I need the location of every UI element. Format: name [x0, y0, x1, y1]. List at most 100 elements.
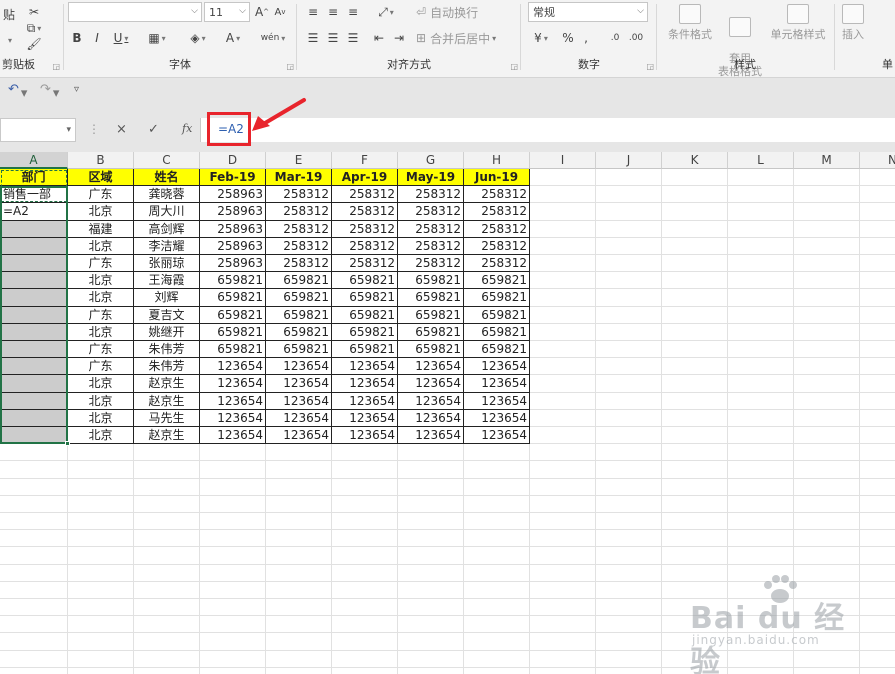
empty-cell[interactable]: [464, 478, 530, 496]
empty-cell[interactable]: [134, 530, 200, 548]
empty-cell[interactable]: [0, 581, 68, 599]
table-cell[interactable]: 659821: [398, 272, 464, 290]
empty-cell[interactable]: [728, 461, 794, 479]
table-cell[interactable]: 123654: [266, 358, 332, 376]
empty-cell[interactable]: [794, 169, 860, 187]
empty-cell[interactable]: [464, 650, 530, 668]
table-cell[interactable]: 赵京生: [134, 375, 200, 393]
empty-cell[interactable]: [68, 444, 134, 462]
empty-cell[interactable]: [68, 616, 134, 634]
table-cell[interactable]: 王海霞: [134, 272, 200, 290]
empty-cell[interactable]: [860, 547, 895, 565]
comma-style-icon[interactable]: ,: [578, 28, 594, 48]
font-name-combo[interactable]: ⌵: [68, 2, 202, 22]
empty-cell[interactable]: [794, 255, 860, 273]
table-cell[interactable]: 123654: [332, 375, 398, 393]
table-cell[interactable]: 北京: [68, 272, 134, 290]
paste-button[interactable]: 贴: [0, 4, 18, 24]
fill-color-button[interactable]: ◈ ▾: [184, 28, 212, 48]
empty-cell[interactable]: [68, 599, 134, 617]
empty-cell[interactable]: [728, 358, 794, 376]
empty-cell[interactable]: [398, 461, 464, 479]
empty-cell[interactable]: [596, 203, 662, 221]
table-header-cell[interactable]: Apr-19: [332, 169, 398, 187]
empty-cell[interactable]: [464, 564, 530, 582]
empty-cell[interactable]: [662, 306, 728, 324]
empty-cell[interactable]: [530, 650, 596, 668]
empty-cell[interactable]: [728, 323, 794, 341]
empty-cell[interactable]: [596, 323, 662, 341]
empty-cell[interactable]: [662, 444, 728, 462]
column-header-i[interactable]: I: [530, 152, 596, 169]
empty-cell[interactable]: [728, 237, 794, 255]
table-cell[interactable]: 张丽琼: [134, 255, 200, 273]
empty-cell[interactable]: [266, 667, 332, 674]
number-format-combo[interactable]: 常规 ⌵: [528, 2, 648, 22]
empty-cell[interactable]: [662, 169, 728, 187]
empty-cell[interactable]: [794, 306, 860, 324]
empty-cell[interactable]: [530, 255, 596, 273]
empty-cell[interactable]: [662, 375, 728, 393]
empty-cell[interactable]: [596, 547, 662, 565]
empty-cell[interactable]: [662, 478, 728, 496]
empty-cell[interactable]: [266, 650, 332, 668]
increase-indent-icon[interactable]: ⇥: [390, 28, 408, 48]
empty-cell[interactable]: [68, 513, 134, 531]
empty-cell[interactable]: [662, 341, 728, 359]
empty-cell[interactable]: [332, 650, 398, 668]
empty-cell[interactable]: [68, 530, 134, 548]
empty-cell[interactable]: [662, 513, 728, 531]
empty-cell[interactable]: [860, 341, 895, 359]
empty-cell[interactable]: [596, 255, 662, 273]
table-cell[interactable]: 北京: [68, 203, 134, 221]
insert-button[interactable]: 插入: [828, 2, 878, 52]
empty-cell[interactable]: [794, 409, 860, 427]
empty-cell[interactable]: [332, 513, 398, 531]
empty-cell[interactable]: [662, 220, 728, 238]
table-cell[interactable]: 北京: [68, 409, 134, 427]
column-header-g[interactable]: G: [398, 152, 464, 169]
empty-cell[interactable]: [200, 478, 266, 496]
table-cell[interactable]: 123654: [464, 375, 530, 393]
empty-cell[interactable]: [728, 530, 794, 548]
underline-button[interactable]: U ▾: [110, 28, 132, 48]
increase-decimal-icon[interactable]: .0: [606, 28, 624, 48]
table-cell[interactable]: 659821: [398, 289, 464, 307]
italic-button[interactable]: I: [90, 28, 104, 48]
table-cell[interactable]: 659821: [332, 341, 398, 359]
empty-cell[interactable]: [860, 410, 895, 427]
orientation-button[interactable]: ⤢ ▾: [372, 2, 400, 22]
table-cell[interactable]: 123654: [200, 409, 266, 427]
empty-cell[interactable]: [728, 375, 794, 393]
empty-cell[interactable]: [332, 564, 398, 582]
empty-cell[interactable]: [266, 513, 332, 531]
empty-cell[interactable]: [530, 667, 596, 674]
table-cell[interactable]: 姚继开: [134, 323, 200, 341]
table-header-cell[interactable]: Feb-19: [200, 169, 266, 187]
empty-cell[interactable]: [134, 667, 200, 674]
empty-cell[interactable]: [662, 392, 728, 410]
empty-cell[interactable]: [0, 599, 68, 617]
empty-cell[interactable]: [662, 255, 728, 273]
empty-cell[interactable]: [794, 186, 860, 204]
empty-cell[interactable]: [530, 478, 596, 496]
empty-cell[interactable]: [794, 495, 860, 513]
empty-cell[interactable]: [134, 581, 200, 599]
table-cell[interactable]: [0, 272, 68, 290]
bold-button[interactable]: B: [70, 28, 84, 48]
empty-cell[interactable]: [794, 478, 860, 496]
empty-cell[interactable]: [0, 667, 68, 674]
empty-cell[interactable]: [530, 203, 596, 221]
merge-center-button[interactable]: ⊞ 合并后居中 ▾: [416, 28, 510, 48]
column-header-l[interactable]: L: [728, 152, 794, 169]
wrap-text-button[interactable]: ⏎ 自动换行: [416, 2, 496, 22]
table-cell[interactable]: 赵京生: [134, 427, 200, 445]
empty-cell[interactable]: [662, 530, 728, 548]
table-cell[interactable]: 659821: [464, 272, 530, 290]
empty-cell[interactable]: [596, 409, 662, 427]
empty-cell[interactable]: [530, 444, 596, 462]
table-cell[interactable]: 258963: [200, 237, 266, 255]
empty-cell[interactable]: [200, 461, 266, 479]
empty-cell[interactable]: [860, 238, 895, 255]
empty-cell[interactable]: [596, 289, 662, 307]
